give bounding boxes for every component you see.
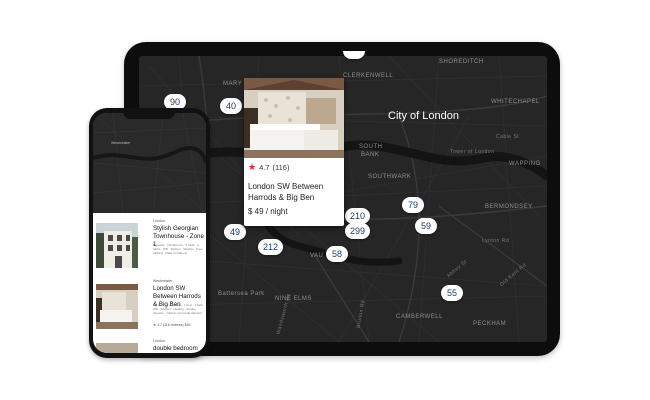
map-label-battersea-park: Battersea Park bbox=[218, 291, 265, 297]
map-label-cable-st: Cable St bbox=[496, 134, 520, 140]
price-pin[interactable]: 49 bbox=[224, 224, 246, 240]
price-pin[interactable]: 210 bbox=[345, 208, 371, 224]
map-label-camberwell: CAMBERWELL bbox=[396, 314, 443, 320]
map-label-southwark: SOUTHWARK bbox=[368, 174, 412, 180]
map-label-south-bank-1: SOUTH bbox=[359, 144, 383, 150]
map-label-vau: VAU bbox=[310, 253, 324, 259]
map-label-city-of-london: City of London bbox=[388, 110, 459, 122]
map-label-mary: MARY bbox=[223, 81, 243, 87]
listing-area: Westminster bbox=[153, 279, 173, 283]
price-pin[interactable]: 40 bbox=[220, 98, 242, 114]
listing-meta: 2 guests · 1 bedroom · 1 bed · 1 bath · … bbox=[153, 303, 205, 315]
phone-notch bbox=[123, 110, 175, 119]
price-pin[interactable]: 58 bbox=[326, 246, 348, 262]
map-label-bermondsey: BERMONDSEY bbox=[485, 204, 533, 210]
listing-title[interactable]: double bedroom bbox=[153, 345, 205, 353]
listing-price: $ 49 / night bbox=[248, 207, 288, 216]
phone-map-label: Westminster bbox=[111, 141, 131, 145]
listing-thumbnail bbox=[96, 343, 138, 353]
map-label-lynton-rd: Lynton Rd bbox=[482, 238, 510, 244]
map-label-peckham: PECKHAM bbox=[473, 321, 507, 327]
phone-screen: Westminster London Stylish Georgian Town… bbox=[93, 113, 206, 353]
map-label-wapping: WAPPING bbox=[509, 161, 541, 167]
listing-photo bbox=[244, 78, 344, 158]
star-icon: ★ bbox=[248, 162, 257, 172]
map-label-nine-elms: NINE ELMS bbox=[275, 296, 312, 302]
listing-area: London bbox=[153, 219, 165, 223]
review-count: (116) bbox=[272, 163, 290, 172]
map-label-south-bank-2: BANK bbox=[361, 152, 380, 158]
listing-reviews: ★ 4.7 (116 reviews) $49 bbox=[153, 323, 191, 327]
price-pin[interactable]: 55 bbox=[441, 285, 463, 301]
price-pin[interactable]: 59 bbox=[415, 218, 437, 234]
phone-map-view[interactable]: Westminster bbox=[93, 113, 206, 214]
listing-popup-card[interactable]: ★ 4.7 (116) London SW Between Harrods & … bbox=[244, 78, 344, 226]
price-pin[interactable]: 299 bbox=[345, 223, 371, 239]
price-pin[interactable]: 212 bbox=[258, 239, 284, 255]
listing-area: London bbox=[153, 339, 165, 343]
listing-thumbnail bbox=[96, 223, 138, 268]
map-label-clerkenwell: CLERKENWELL bbox=[343, 73, 394, 79]
listing-meta: 8 guests · 3 bedrooms · 5 beds · 2 baths… bbox=[153, 243, 203, 255]
rating-value: 4.7 bbox=[259, 163, 270, 172]
listing-title[interactable]: London SW Between Harrods & Big Ben bbox=[248, 181, 342, 203]
map-label-whitechapel: WHITECHAPEL bbox=[491, 99, 540, 105]
map-label-tower-of-london: Tower of London bbox=[450, 149, 495, 155]
listing-thumbnail bbox=[96, 284, 138, 329]
phone-map-canvas bbox=[93, 113, 206, 214]
price-pin[interactable]: 79 bbox=[402, 197, 424, 213]
map-label-shoreditch: SHOREDITCH bbox=[439, 59, 484, 65]
listing-rating: ★ 4.7 (116) bbox=[248, 162, 289, 173]
